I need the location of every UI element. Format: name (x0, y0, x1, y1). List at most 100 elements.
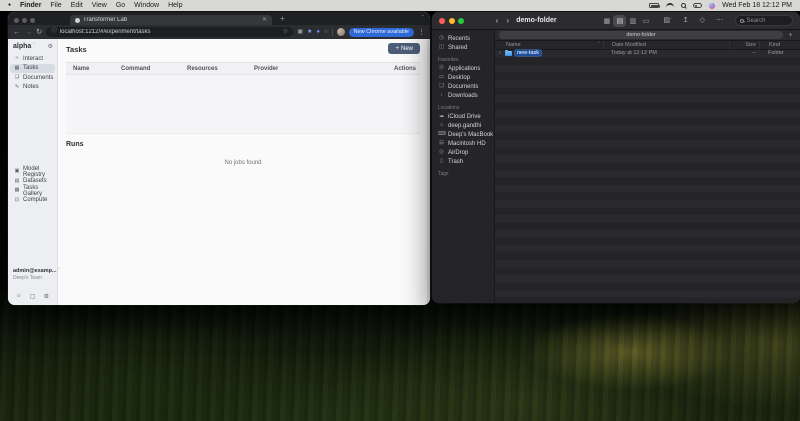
tasks-page: Tasks + New Name Command Resources Provi… (58, 39, 430, 305)
icon-view-button[interactable]: ▦ (600, 15, 613, 27)
apple-menu-icon[interactable]: ● (8, 3, 11, 8)
sort-ascending-icon: ˆ (598, 41, 600, 48)
column-header-date-modified[interactable]: Date Modified (603, 41, 729, 49)
back-button[interactable]: ← (13, 28, 21, 36)
finder-back-button[interactable]: ‹ (496, 16, 499, 25)
zoom-window-button[interactable] (458, 17, 464, 24)
cloud-icon: ☁ (438, 112, 445, 119)
menu-window[interactable]: Window (134, 2, 159, 9)
plus-icon: + (395, 45, 399, 52)
site-info-icon[interactable]: ⓘ (51, 29, 57, 35)
account-switcher[interactable]: admin@examp... ˇ Deep's Team (13, 268, 60, 282)
column-header-kind[interactable]: Kind (759, 41, 800, 49)
sidebar-item-trash[interactable]: ▯ Trash (432, 157, 494, 166)
extension-icon[interactable]: ▣ (297, 29, 303, 35)
sidebar-item-icloud-drive[interactable]: ☁ iCloud Drive (432, 112, 494, 121)
chrome-update-button[interactable]: New Chrome available (348, 27, 414, 37)
sidebar-item-tasks[interactable]: ▦ Tasks (10, 63, 55, 73)
sidebar-item-home[interactable]: ⌂ deep.gandhi (432, 121, 494, 130)
wifi-icon[interactable] (666, 3, 675, 8)
list-view-button[interactable]: ▤ (613, 14, 627, 27)
tab-overflow-chevron-icon[interactable]: ˇ (422, 16, 424, 22)
menu-file[interactable]: File (50, 2, 61, 9)
airdrop-icon: ◎ (439, 148, 444, 155)
runs-empty-message: No jobs found (224, 160, 262, 166)
sidebar-item-macbook-air[interactable]: ⌨ Deep's MacBook Air (432, 130, 494, 139)
finder-traffic-lights[interactable] (439, 17, 468, 24)
finder-active-tab[interactable]: demo-folder (499, 31, 783, 39)
extension-icon[interactable]: ● (316, 29, 320, 35)
scrollbar-track[interactable] (427, 39, 430, 305)
tags-button[interactable]: ◇ (700, 17, 705, 24)
menu-app-name[interactable]: Finder (20, 2, 41, 9)
file-size: -- (752, 50, 756, 57)
sidebar-item-interact[interactable]: ‹› Interact (10, 54, 55, 64)
minimize-window-button[interactable] (448, 17, 455, 24)
tab-close-icon[interactable]: ✕ (262, 17, 267, 23)
chat-icon[interactable]: ▢ (30, 293, 36, 300)
extension-icon[interactable]: ○ (324, 29, 328, 35)
gear-icon[interactable]: ⚙ (44, 293, 49, 300)
reload-button[interactable]: ↻ (36, 28, 42, 36)
col-actions: Actions (394, 65, 417, 72)
sidebar-item-compute[interactable]: ⊡ Compute (10, 196, 55, 206)
workspace-switcher[interactable]: alpha ˇ ⚙ (8, 39, 57, 52)
chrome-traffic-lights[interactable] (14, 12, 38, 28)
sidebar-item-macintosh-hd[interactable]: ⊟ Macintosh HD (432, 139, 494, 148)
gallery-view-button[interactable]: ▭ (639, 15, 652, 27)
column-view-button[interactable]: ▥ (626, 15, 639, 27)
finder-tab-bar: demo-folder + (495, 30, 800, 41)
sidebar-item-notes[interactable]: ✎ Notes (10, 83, 55, 93)
file-name[interactable]: new-task (515, 50, 542, 57)
battery-icon[interactable] (649, 3, 661, 8)
sidebar-item-documents[interactable]: ❏ Documents (10, 73, 55, 83)
sidebar-item-shared[interactable]: ◫ Shared (432, 43, 494, 52)
search-icon (740, 18, 744, 23)
sidebar-section-locations: Locations (438, 105, 460, 111)
finder-new-tab-button[interactable]: + (785, 32, 796, 39)
finder-forward-button[interactable]: › (506, 16, 509, 25)
sidebar-item-documents[interactable]: ❏ Documents (432, 82, 494, 91)
menu-go[interactable]: Go (116, 2, 125, 9)
sidebar-item-tasks-gallery[interactable]: ▦ Tasks Gallery (10, 185, 55, 197)
menu-help[interactable]: Help (168, 2, 182, 9)
sidebar-item-downloads[interactable]: ↓ Downloads (432, 91, 494, 100)
profile-avatar[interactable] (336, 28, 345, 36)
share-button[interactable]: ↥ (683, 17, 689, 24)
col-name: Name (73, 65, 90, 72)
more-actions-button[interactable]: ⋯ (716, 17, 723, 24)
settings-gear-icon[interactable]: ⚙ (48, 43, 53, 50)
sidebar-item-model-registry[interactable]: ▣ Model Registry (10, 166, 55, 178)
address-bar[interactable]: ⓘ localhost:1212/#/experiment/tasks ☆ (46, 27, 294, 37)
bookmark-star-icon[interactable]: ☆ (283, 28, 289, 36)
menu-bar: ● Finder File Edit View Go Window Help W… (0, 0, 800, 11)
chrome-menu-icon[interactable]: ⋮ (418, 29, 425, 36)
tab-title: Transformer Lab (83, 17, 128, 23)
forward-button[interactable]: → (25, 28, 33, 36)
grid-icon: ▦ (14, 64, 20, 71)
theme-icon[interactable]: ☼ (16, 293, 22, 300)
siri-icon[interactable] (709, 2, 716, 9)
sidebar-item-airdrop[interactable]: ◎ AirDrop (432, 148, 494, 157)
menu-view[interactable]: View (92, 2, 107, 9)
sidebar-item-applications[interactable]: Ⓐ Applications (432, 64, 494, 73)
finder-search-field[interactable]: Search (735, 15, 793, 26)
search-placeholder: Search (746, 17, 766, 24)
new-task-button[interactable]: + New (388, 43, 420, 54)
file-row-new-task[interactable]: › new-task Today at 12:12 PM -- Folder (495, 49, 800, 58)
menu-bar-clock[interactable]: Wed Feb 18 12:12 PM (722, 2, 792, 9)
chrome-active-tab[interactable]: Transformer Lab ✕ (70, 15, 272, 25)
sidebar-item-desktop[interactable]: ▭ Desktop (432, 73, 494, 82)
control-center-icon[interactable] (693, 3, 703, 8)
new-tab-button[interactable]: + (280, 14, 285, 23)
disclosure-triangle-icon[interactable]: › (495, 50, 505, 56)
sidebar-item-recents[interactable]: ◷ Recents (432, 34, 494, 43)
group-by-button[interactable]: ▨ˇ (663, 17, 671, 24)
column-header-name[interactable]: Name ˆ (495, 41, 603, 49)
home-icon: ⌂ (439, 121, 444, 128)
close-window-button[interactable] (439, 17, 445, 24)
menu-edit[interactable]: Edit (71, 2, 83, 9)
spotlight-search-icon[interactable] (681, 3, 687, 8)
extension-icon[interactable]: ★ (307, 29, 312, 35)
column-header-size[interactable]: Size (729, 41, 759, 49)
